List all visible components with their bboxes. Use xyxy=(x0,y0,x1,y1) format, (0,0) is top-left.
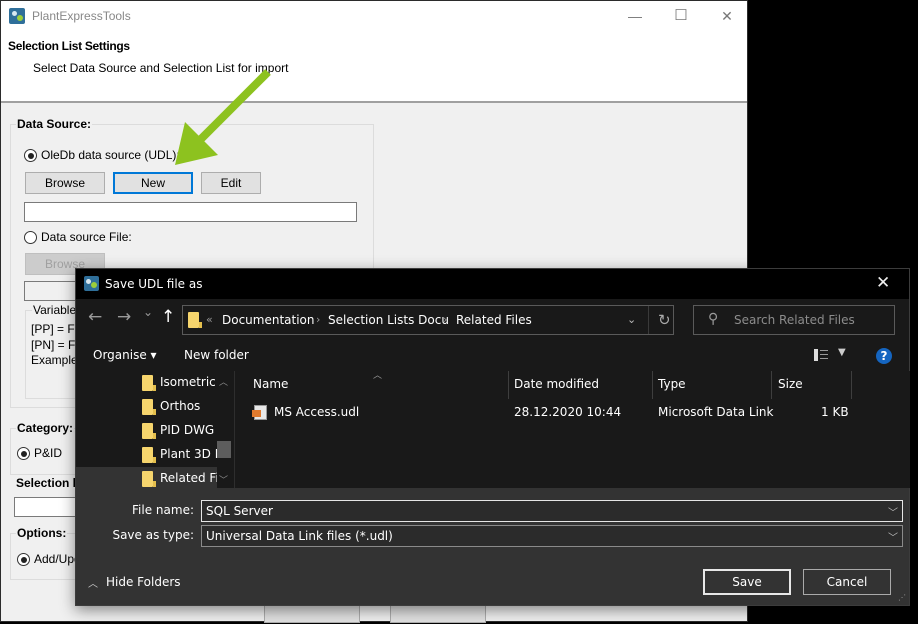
save-button[interactable]: Save xyxy=(703,569,791,595)
up-arrow-icon[interactable]: ↑ xyxy=(161,307,175,327)
refresh-icon[interactable]: ↻ xyxy=(658,311,671,329)
column-header-size[interactable]: Size xyxy=(778,377,803,391)
file-type-cell: Microsoft Data Link xyxy=(658,405,774,419)
save-as-type-select[interactable]: Universal Data Link files (*.udl) ﹀ xyxy=(201,525,903,547)
scroll-up-icon[interactable]: ︿ xyxy=(219,375,228,388)
breadcrumb-related-files[interactable]: Related Files xyxy=(456,313,532,327)
sort-ascending-icon: ︿ xyxy=(373,371,383,381)
search-box[interactable]: ⚲ Search Related Files xyxy=(693,305,895,335)
arrow-shaft xyxy=(197,69,271,143)
scroll-down-icon[interactable]: ﹀ xyxy=(219,473,228,486)
column-header-name[interactable]: Name xyxy=(253,377,288,391)
address-bar[interactable]: « Documentation › Selection Lists Docu ›… xyxy=(182,305,674,335)
folder-icon xyxy=(188,312,202,328)
help-icon[interactable]: ? xyxy=(876,348,892,364)
breadcrumb-overflow[interactable]: « xyxy=(206,313,213,326)
file-name-dropdown-icon[interactable]: ﹀ xyxy=(888,504,898,519)
file-name-label: File name: xyxy=(132,503,194,517)
tree-item-label: Related Fil xyxy=(160,471,223,485)
tree-item-pid-dwg[interactable]: PID DWG xyxy=(76,419,219,443)
breadcrumb-selection-lists-docu[interactable]: Selection Lists Docu xyxy=(328,313,449,327)
file-size-cell: 1 KB xyxy=(821,405,849,419)
file-list: ︿ Name Date modified Type Size MS Access… xyxy=(234,371,910,488)
tree-item-orthos[interactable]: Orthos xyxy=(76,395,219,419)
address-dropdown-chevron-icon[interactable]: ⌄ xyxy=(627,313,636,326)
folder-icon xyxy=(142,399,156,415)
tree-item-plant-3d[interactable]: Plant 3D M xyxy=(76,443,225,467)
udl-file-icon xyxy=(252,405,267,420)
back-arrow-icon[interactable]: ← xyxy=(88,307,102,327)
scrollbar-thumb[interactable] xyxy=(217,441,231,458)
file-name-input[interactable]: SQL Server ﹀ xyxy=(201,500,903,522)
save-options-panel: File name: SQL Server ﹀ Save as type: Un… xyxy=(76,488,909,605)
column-header-date-modified[interactable]: Date modified xyxy=(514,377,599,391)
folder-icon xyxy=(142,423,156,439)
app-icon xyxy=(84,276,99,291)
resize-grip-icon[interactable]: ⋰ xyxy=(898,594,906,602)
view-dropdown-icon[interactable]: ▼ xyxy=(838,347,846,358)
recent-locations-chevron-icon[interactable]: ⌄ xyxy=(143,305,153,319)
new-folder-button[interactable]: New folder xyxy=(184,348,249,362)
column-divider[interactable] xyxy=(851,371,852,399)
breadcrumb-documentation[interactable]: Documentation xyxy=(222,313,315,327)
folder-icon xyxy=(142,447,156,463)
command-bar: Organise ▾ New folder ▼ ? xyxy=(76,341,909,372)
dialog-title: Save UDL file as xyxy=(105,277,203,291)
tree-item-isometric[interactable]: Isometric xyxy=(76,371,219,395)
forward-arrow-icon[interactable]: → xyxy=(117,307,131,327)
organise-menu[interactable]: Organise ▾ xyxy=(93,348,157,362)
save-as-type-label: Save as type: xyxy=(112,528,194,542)
hide-folders-button[interactable]: Hide Folders xyxy=(106,575,181,589)
column-divider[interactable] xyxy=(508,371,509,399)
dialog-close-button[interactable]: ✕ xyxy=(876,273,890,293)
save-as-type-dropdown-icon[interactable]: ﹀ xyxy=(888,529,898,544)
folder-icon xyxy=(142,471,156,487)
address-divider xyxy=(648,306,649,334)
file-date-cell: 28.12.2020 10:44 xyxy=(514,405,622,419)
tree-item-label: PID DWG xyxy=(160,423,215,437)
tree-scrollbar[interactable]: ︿ ﹀ xyxy=(217,371,234,488)
file-name-value: SQL Server xyxy=(206,504,273,518)
folder-tree: Isometric Orthos PID DWG Plant 3D M Rela… xyxy=(76,371,234,488)
search-icon: ⚲ xyxy=(708,311,719,327)
tree-item-label: Orthos xyxy=(160,399,201,413)
search-placeholder: Search Related Files xyxy=(734,313,855,327)
dialog-title-bar: Save UDL file as ✕ xyxy=(76,269,909,299)
breadcrumb-separator: › xyxy=(316,313,321,326)
save-dialog: Save UDL file as ✕ ← → ⌄ ↑ « Documentati… xyxy=(75,268,910,606)
hide-folders-chevron-icon[interactable]: ︿ xyxy=(88,575,98,590)
column-header-type[interactable]: Type xyxy=(658,377,686,391)
column-divider[interactable] xyxy=(771,371,772,399)
column-divider[interactable] xyxy=(652,371,653,399)
folder-icon xyxy=(142,375,156,391)
details-view-icon[interactable] xyxy=(814,349,828,361)
file-name-cell: MS Access.udl xyxy=(274,405,360,419)
breadcrumb-separator: › xyxy=(443,313,448,326)
cancel-button[interactable]: Cancel xyxy=(803,569,891,595)
tree-item-related-files[interactable]: Related Fil xyxy=(76,467,223,488)
save-as-type-value: Universal Data Link files (*.udl) xyxy=(206,529,393,543)
tree-item-label: Isometric xyxy=(160,375,216,389)
navigation-bar: ← → ⌄ ↑ « Documentation › Selection List… xyxy=(76,299,909,341)
tree-item-label: Plant 3D M xyxy=(160,447,226,461)
